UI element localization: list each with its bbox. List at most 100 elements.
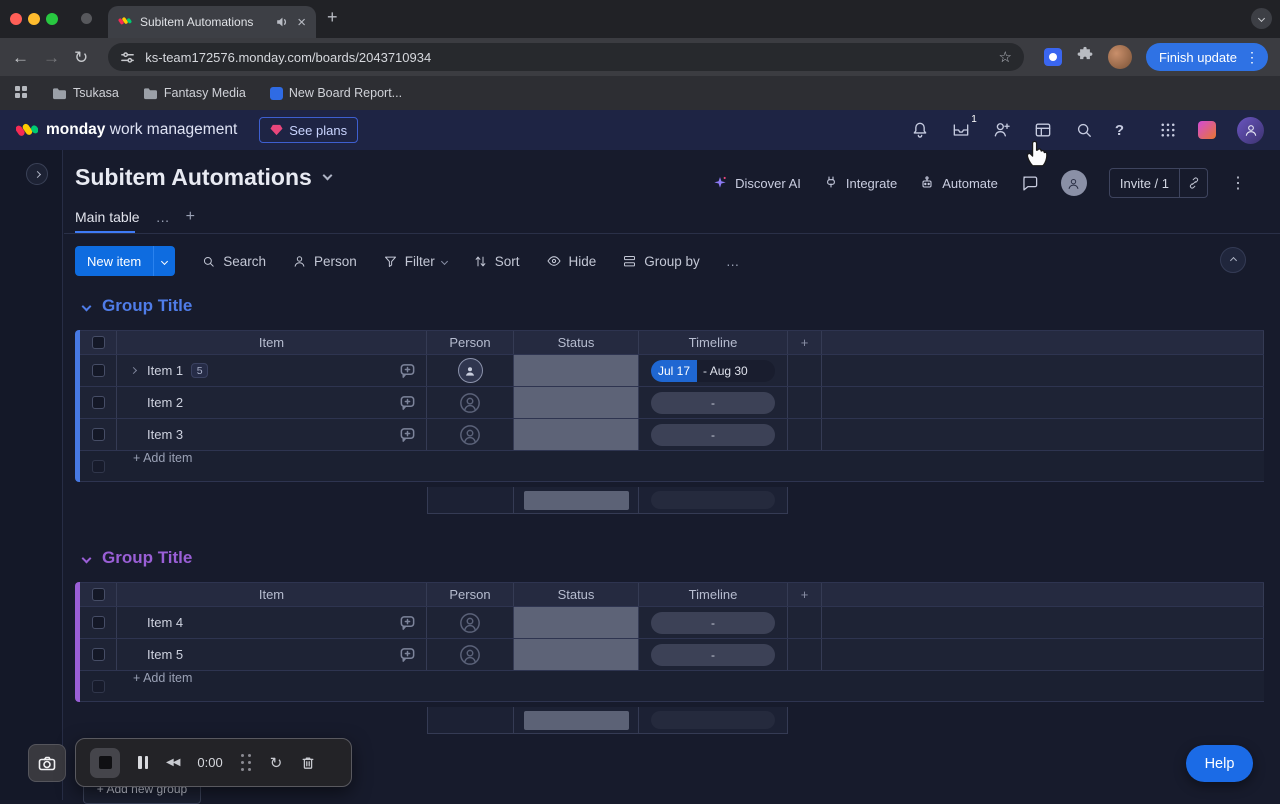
assigned-avatar[interactable] xyxy=(457,358,483,383)
timeline-pill[interactable]: Jul 17 - Aug 30 xyxy=(651,359,775,382)
see-plans-button[interactable]: See plans xyxy=(259,117,359,143)
collapse-header-button[interactable] xyxy=(1220,247,1246,273)
search-tool-button[interactable]: Search xyxy=(201,254,266,269)
bookmark-folder-tsukasa[interactable]: Tsukasa xyxy=(52,86,119,100)
open-item-chat-icon[interactable] xyxy=(399,362,416,379)
timeline-pill[interactable]: - xyxy=(651,391,775,414)
column-header-status[interactable]: Status xyxy=(514,331,639,354)
timeline-cell[interactable]: - xyxy=(639,387,788,418)
invite-members-icon[interactable] xyxy=(992,120,1012,140)
timeline-pill[interactable]: - xyxy=(651,643,775,666)
address-bar[interactable]: ks-team172576.monday.com/boards/20437109… xyxy=(108,43,1024,71)
timeline-cell[interactable]: - xyxy=(639,607,788,638)
stop-recording-button[interactable] xyxy=(90,747,120,778)
forward-button[interactable]: → xyxy=(43,49,60,66)
person-cell[interactable] xyxy=(427,387,514,418)
add-column-button[interactable]: + xyxy=(788,331,822,354)
product-switcher-icon[interactable] xyxy=(1198,121,1216,139)
status-cell[interactable] xyxy=(514,419,639,450)
add-item-button[interactable]: + Add item xyxy=(133,451,192,481)
back-button[interactable]: ← xyxy=(12,49,29,66)
restart-recording-button[interactable]: ↻ xyxy=(270,754,283,772)
brand-wordmark[interactable]: monday work management xyxy=(46,121,237,139)
timeline-summary-cell[interactable] xyxy=(639,487,787,513)
add-item-button[interactable]: + Add item xyxy=(133,671,192,701)
timeline-cell[interactable]: Jul 17 - Aug 30 xyxy=(639,355,788,386)
person-cell[interactable] xyxy=(427,419,514,450)
timeline-cell[interactable]: - xyxy=(639,419,788,450)
item-cell[interactable]: Item 2 xyxy=(117,387,427,418)
open-item-chat-icon[interactable] xyxy=(399,426,416,443)
window-minimize-button[interactable] xyxy=(28,13,40,25)
item-cell[interactable]: Item 5 xyxy=(117,639,427,670)
person-filter-button[interactable]: Person xyxy=(292,254,357,269)
row-checkbox[interactable] xyxy=(80,639,117,670)
board-members-avatar[interactable] xyxy=(1060,170,1087,196)
item-cell[interactable]: Item 1 5 xyxy=(117,355,427,386)
person-cell[interactable] xyxy=(427,639,514,670)
extensions-puzzle-icon[interactable] xyxy=(1076,46,1094,69)
add-item-row[interactable]: + Add item xyxy=(80,451,1264,482)
row-checkbox[interactable] xyxy=(80,355,117,386)
column-header-person[interactable]: Person xyxy=(427,331,514,354)
column-header-item[interactable]: Item xyxy=(117,583,427,606)
status-summary-cell[interactable] xyxy=(514,707,639,733)
person-cell[interactable] xyxy=(427,607,514,638)
inbox-tray-icon[interactable]: 1 xyxy=(951,114,977,140)
board-menu-kebab-icon[interactable]: ⋮ xyxy=(1230,173,1246,193)
window-close-button[interactable] xyxy=(10,13,22,25)
monday-logo[interactable] xyxy=(15,117,39,144)
expand-subitems-icon[interactable] xyxy=(129,366,145,375)
bookmark-folder-fantasy-media[interactable]: Fantasy Media xyxy=(143,86,246,100)
board-switcher-icon[interactable] xyxy=(1033,120,1053,140)
unassigned-avatar-icon[interactable] xyxy=(458,390,483,415)
new-item-chevron-icon[interactable] xyxy=(153,246,175,276)
add-item-row[interactable]: + Add item xyxy=(80,671,1264,702)
status-cell[interactable] xyxy=(514,607,639,638)
sort-button[interactable]: Sort xyxy=(473,254,520,269)
discover-ai-button[interactable]: Discover AI xyxy=(712,175,801,191)
expand-sidebar-button[interactable] xyxy=(26,163,48,185)
update-kebab-icon[interactable]: ⋮ xyxy=(1245,49,1259,66)
status-cell[interactable] xyxy=(514,387,639,418)
browser-profile-avatar[interactable] xyxy=(1107,45,1132,69)
row-checkbox[interactable] xyxy=(80,419,117,450)
status-cell[interactable] xyxy=(514,639,639,670)
reload-button[interactable]: ↻ xyxy=(74,49,88,66)
group-by-button[interactable]: Group by xyxy=(622,254,700,269)
group-collapse-icon[interactable] xyxy=(81,553,92,563)
tab-strip-chevron[interactable] xyxy=(1251,8,1272,29)
hide-button[interactable]: Hide xyxy=(546,253,596,269)
tab-close-icon[interactable]: × xyxy=(297,14,306,31)
bookmark-new-board-report[interactable]: New Board Report... xyxy=(269,86,402,100)
board-title[interactable]: Subitem Automations xyxy=(75,164,333,191)
column-header-status[interactable]: Status xyxy=(514,583,639,606)
timeline-pill[interactable]: - xyxy=(651,611,775,634)
automate-button[interactable]: Automate xyxy=(919,175,998,191)
timeline-summary-cell[interactable] xyxy=(639,707,787,733)
timeline-pill[interactable]: - xyxy=(651,423,775,446)
item-cell[interactable]: Item 4 xyxy=(117,607,427,638)
unassigned-avatar-icon[interactable] xyxy=(458,642,483,667)
finish-update-button[interactable]: Finish update ⋮ xyxy=(1145,43,1268,71)
apps-grid-icon[interactable] xyxy=(1159,121,1177,139)
filter-button[interactable]: Filter xyxy=(383,254,448,269)
select-all-checkbox[interactable] xyxy=(80,331,117,354)
row-checkbox[interactable] xyxy=(80,387,117,418)
status-cell[interactable] xyxy=(514,355,639,386)
help-question-icon[interactable]: ? xyxy=(1115,122,1124,139)
invite-button[interactable]: Invite / 1 xyxy=(1110,169,1179,197)
notifications-bell-icon[interactable] xyxy=(910,120,930,140)
group-1-header[interactable]: Group Title xyxy=(81,296,192,316)
unassigned-avatar-icon[interactable] xyxy=(458,422,483,447)
new-item-button[interactable]: New item xyxy=(75,246,176,276)
add-column-button[interactable]: + xyxy=(788,583,822,606)
add-view-button[interactable]: + xyxy=(186,208,195,226)
search-icon[interactable] xyxy=(1074,120,1094,140)
status-summary-cell[interactable] xyxy=(514,487,639,513)
tab-main-table[interactable]: Main table xyxy=(75,209,140,225)
select-all-checkbox[interactable] xyxy=(80,583,117,606)
group-2-header[interactable]: Group Title xyxy=(81,548,192,568)
extension-icon[interactable] xyxy=(1043,48,1062,66)
timeline-cell[interactable]: - xyxy=(639,639,788,670)
